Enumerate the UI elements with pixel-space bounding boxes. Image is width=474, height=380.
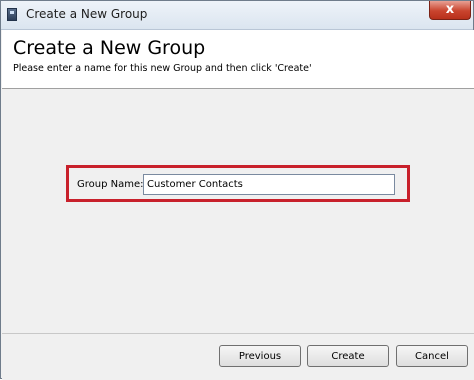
page-title: Create a New Group — [13, 37, 206, 59]
close-icon[interactable]: x — [429, 1, 471, 20]
wizard-header: Create a New Group Please enter a name f… — [2, 30, 474, 89]
content-area — [2, 89, 474, 333]
app-window-icon — [7, 8, 17, 21]
title-bar[interactable]: Create a New Group x — [1, 1, 473, 30]
window-title: Create a New Group — [26, 7, 148, 21]
previous-button[interactable]: Previous — [219, 345, 301, 367]
group-name-label: Group Name: — [77, 179, 144, 190]
cancel-button[interactable]: Cancel — [396, 345, 468, 367]
group-name-input[interactable] — [143, 174, 395, 195]
create-button[interactable]: Create — [307, 345, 389, 367]
page-subtitle: Please enter a name for this new Group a… — [13, 63, 312, 74]
